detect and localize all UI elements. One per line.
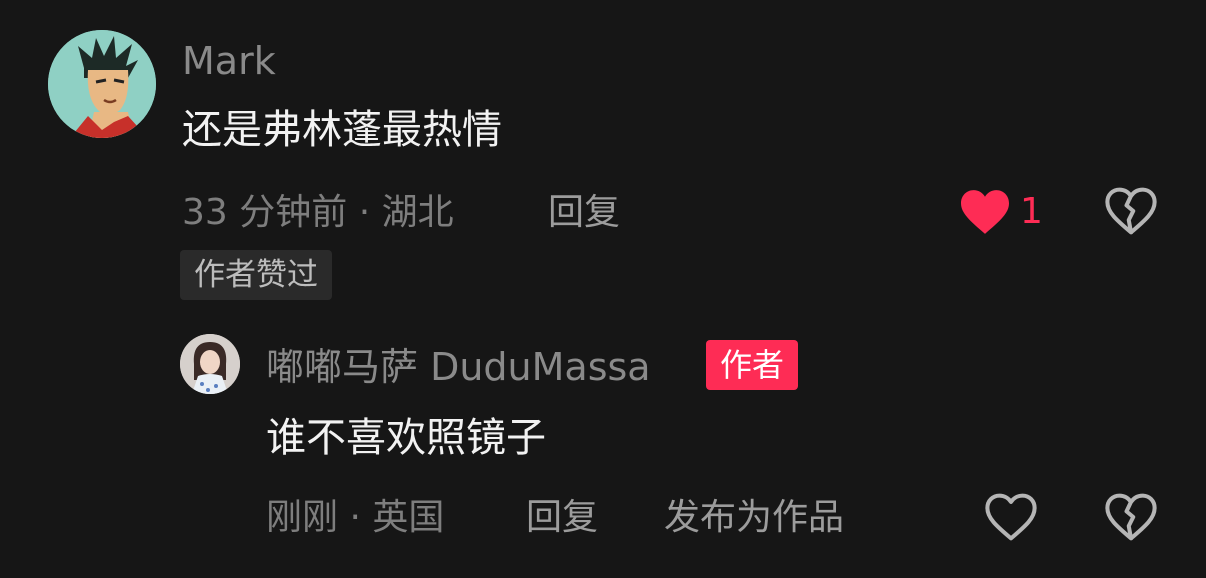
- publish-as-work-button[interactable]: 发布为作品: [664, 500, 844, 536]
- like-button[interactable]: 1: [958, 186, 1043, 238]
- reply-avatar[interactable]: [180, 334, 240, 394]
- broken-heart-icon: [1105, 187, 1157, 235]
- reply-text: 谁不喜欢照镜子: [266, 415, 546, 461]
- heart-outline-icon: [985, 493, 1037, 541]
- reply-avatar-illustration: [180, 334, 240, 394]
- author-liked-badge: 作者赞过: [180, 250, 332, 300]
- commenter-avatar[interactable]: [48, 30, 156, 138]
- author-tag: 作者: [706, 340, 799, 390]
- avatar-illustration: [48, 30, 156, 138]
- heart-filled-icon: [961, 190, 1009, 234]
- reply-like-button[interactable]: [984, 492, 1038, 546]
- reply-button[interactable]: 回复: [548, 195, 620, 231]
- reply-username[interactable]: 嘟嘟马萨 DuduMassa: [266, 348, 651, 386]
- reply-time-location: 刚刚 · 英国: [266, 497, 445, 538]
- comment-time-location: 33 分钟前 · 湖北: [182, 192, 454, 233]
- reply-to-reply-button[interactable]: 回复: [526, 500, 598, 536]
- dislike-button[interactable]: [1104, 186, 1158, 240]
- like-count: 1: [1020, 191, 1043, 232]
- broken-heart-icon: [1105, 493, 1157, 541]
- reply-dislike-button[interactable]: [1104, 492, 1158, 546]
- commenter-username[interactable]: Mark: [182, 42, 276, 80]
- comment-text: 还是弗林蓬最热情: [182, 107, 502, 153]
